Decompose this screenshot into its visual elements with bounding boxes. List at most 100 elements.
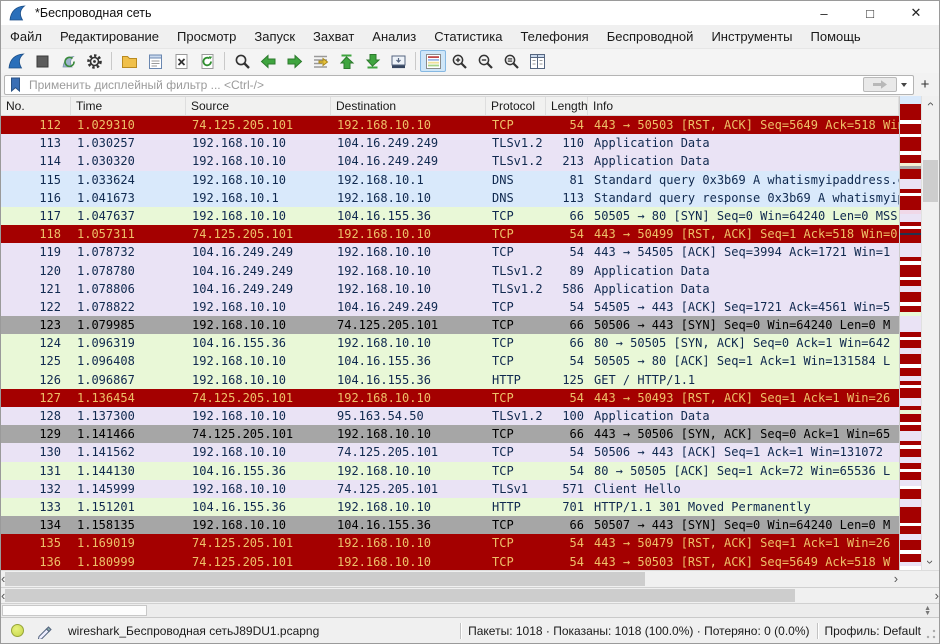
scroll-right-arrow[interactable]: › [935, 588, 939, 604]
hscroll-thumb[interactable] [5, 572, 645, 586]
packet-row-116[interactable]: 1161.041673192.168.10.1192.168.10.10DNS1… [1, 189, 899, 207]
menu-item-1[interactable]: Редактирование [51, 26, 168, 47]
packet-list-hscrollbar[interactable]: ‹ › [1, 570, 898, 587]
menu-item-4[interactable]: Захват [304, 26, 363, 47]
previous-packet-icon[interactable] [255, 50, 281, 72]
column-header-source[interactable]: Source [186, 97, 331, 115]
expert-info-button[interactable] [11, 624, 24, 637]
packet-row-115[interactable]: 1151.033624192.168.10.10192.168.10.1DNS8… [1, 171, 899, 189]
packet-row-133[interactable]: 1331.151201104.16.155.36192.168.10.10HTT… [1, 498, 899, 516]
scroll-up-arrow[interactable]: › [923, 102, 939, 106]
vertical-scrollbar[interactable]: › › [921, 96, 939, 570]
packet-row-130[interactable]: 1301.141562192.168.10.1074.125.205.101TC… [1, 443, 899, 461]
menu-item-6[interactable]: Статистика [425, 26, 511, 47]
packet-row-131[interactable]: 1311.144130104.16.155.36192.168.10.10TCP… [1, 462, 899, 480]
packet-row-121[interactable]: 1211.078806104.16.249.249192.168.10.10TL… [1, 280, 899, 298]
minimize-button[interactable]: – [801, 1, 847, 25]
open-file-icon[interactable] [116, 50, 142, 72]
packet-row-126[interactable]: 1261.096867192.168.10.10104.16.155.36HTT… [1, 371, 899, 389]
close-button[interactable]: ✕ [893, 1, 939, 25]
column-header-destination[interactable]: Destination [331, 97, 486, 115]
last-packet-icon[interactable] [359, 50, 385, 72]
profile-label[interactable]: Профиль: Default [825, 624, 922, 638]
menu-item-5[interactable]: Анализ [363, 26, 425, 47]
stop-capture-icon[interactable] [29, 50, 55, 72]
packet-row-136[interactable]: 1361.18099974.125.205.101192.168.10.10TC… [1, 553, 899, 571]
vertical-scroll-thumb[interactable] [923, 160, 938, 202]
minimap-stripe [900, 235, 921, 243]
menu-item-3[interactable]: Запуск [245, 26, 304, 47]
close-file-icon[interactable] [168, 50, 194, 72]
zoom-out-icon[interactable] [472, 50, 498, 72]
first-packet-icon[interactable] [333, 50, 359, 72]
display-filter-input[interactable] [29, 78, 863, 92]
go-to-packet-icon[interactable] [307, 50, 333, 72]
display-filter-field[interactable] [4, 75, 914, 95]
col-info: 80 → 50505 [SYN, ACK] Seq=0 Ack=1 Win=64… [588, 334, 899, 352]
scroll-down-arrow[interactable]: › [923, 560, 939, 564]
menu-item-7[interactable]: Телефония [511, 26, 597, 47]
packet-row-135[interactable]: 1351.16901974.125.205.101192.168.10.10TC… [1, 534, 899, 552]
packet-row-118[interactable]: 1181.05731174.125.205.101192.168.10.10TC… [1, 225, 899, 243]
col-time: 1.047637 [71, 207, 186, 225]
packet-row-113[interactable]: 1131.030257192.168.10.10104.16.249.249TL… [1, 134, 899, 152]
menu-item-10[interactable]: Помощь [802, 26, 870, 47]
col-no: 112 [1, 116, 71, 134]
packet-row-125[interactable]: 1251.096408192.168.10.10104.16.155.36TCP… [1, 352, 899, 370]
capture-comment-icon[interactable] [36, 623, 52, 639]
packet-row-117[interactable]: 1171.047637192.168.10.10104.16.155.36TCP… [1, 207, 899, 225]
minimap-stripe [900, 398, 921, 406]
add-filter-button-plus[interactable]: + [914, 76, 936, 93]
resize-grip[interactable] [925, 628, 937, 640]
next-packet-icon[interactable] [281, 50, 307, 72]
menu-item-0[interactable]: Файл [1, 26, 51, 47]
packet-row-127[interactable]: 1271.13645474.125.205.101192.168.10.10TC… [1, 389, 899, 407]
packet-row-123[interactable]: 1231.079985192.168.10.1074.125.205.101TC… [1, 316, 899, 334]
splitter-arrows-icon[interactable]: ▲▼ [924, 606, 931, 616]
col-protocol: HTTP [486, 371, 546, 389]
col-protocol: TCP [486, 116, 546, 134]
filter-bookmark-icon[interactable] [8, 76, 25, 93]
menu-item-2[interactable]: Просмотр [168, 26, 245, 47]
col-time: 1.078780 [71, 262, 186, 280]
find-packet-icon[interactable] [229, 50, 255, 72]
vertical-scroll-track[interactable] [922, 112, 939, 554]
packet-row-128[interactable]: 1281.137300192.168.10.1095.163.54.50TLSv… [1, 407, 899, 425]
capture-options-icon[interactable] [81, 50, 107, 72]
menu-item-9[interactable]: Инструменты [702, 26, 801, 47]
filter-dropdown-caret[interactable] [901, 83, 907, 87]
maximize-button[interactable]: □ [847, 1, 893, 25]
apply-filter-button[interactable] [863, 77, 897, 92]
packet-row-122[interactable]: 1221.078822192.168.10.10104.16.249.249TC… [1, 298, 899, 316]
col-time: 1.145999 [71, 480, 186, 498]
packet-row-120[interactable]: 1201.078780104.16.249.249192.168.10.10TL… [1, 262, 899, 280]
packet-row-132[interactable]: 1321.145999192.168.10.1074.125.205.101TL… [1, 480, 899, 498]
column-header-protocol[interactable]: Protocol [486, 97, 546, 115]
hscroll-thumb[interactable] [5, 589, 795, 602]
column-header-no[interactable]: No. [1, 97, 71, 115]
reload-file-icon[interactable] [194, 50, 220, 72]
zoom-original-icon[interactable] [498, 50, 524, 72]
packet-row-112[interactable]: 1121.02931074.125.205.101192.168.10.10TC… [1, 116, 899, 134]
menu-item-8[interactable]: Беспроводной [598, 26, 703, 47]
colorize-packets-icon[interactable] [420, 50, 446, 72]
zoom-in-icon[interactable] [446, 50, 472, 72]
packet-row-129[interactable]: 1291.14146674.125.205.101192.168.10.10TC… [1, 425, 899, 443]
col-info: Standard query response 0x3b69 A whatism… [588, 189, 899, 207]
packet-row-134[interactable]: 1341.158135192.168.10.10104.16.155.36TCP… [1, 516, 899, 534]
restart-capture-icon[interactable] [55, 50, 81, 72]
auto-scroll-icon[interactable] [385, 50, 411, 72]
packet-row-124[interactable]: 1241.096319104.16.155.36192.168.10.10TCP… [1, 334, 899, 352]
lower-hscrollbar[interactable]: ‹ › [1, 587, 939, 603]
column-header-length[interactable]: Length [546, 97, 588, 115]
save-file-icon[interactable] [142, 50, 168, 72]
packet-row-119[interactable]: 1191.078732104.16.249.249192.168.10.10TC… [1, 243, 899, 261]
start-capture-icon[interactable] [3, 50, 29, 72]
packet-color-minimap[interactable] [899, 96, 921, 570]
capture-file-name[interactable]: wireshark_Беспроводная сетьJ89DU1.pcapng [68, 624, 319, 638]
column-header-time[interactable]: Time [71, 97, 186, 115]
col-info: 443 → 50479 [RST, ACK] Seq=1 Ack=1 Win=2… [588, 534, 899, 552]
column-header-info[interactable]: Info [588, 97, 899, 115]
packet-row-114[interactable]: 1141.030320192.168.10.10104.16.249.249TL… [1, 152, 899, 170]
resize-columns-icon[interactable] [524, 50, 550, 72]
